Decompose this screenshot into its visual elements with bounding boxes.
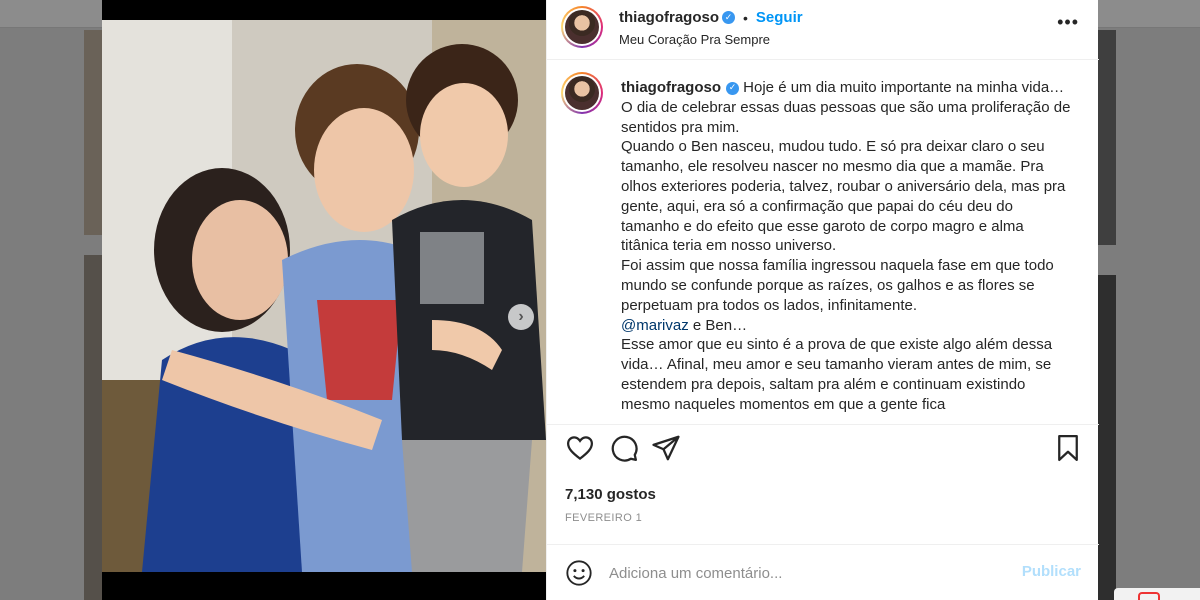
emoji-icon[interactable] <box>565 559 593 587</box>
comment-input[interactable] <box>609 553 999 593</box>
publish-button[interactable]: Publicar <box>1022 563 1081 580</box>
caption-paragraph: Foi assim que nossa família ingressou na… <box>621 257 1054 314</box>
header-user-line: thiagofragoso ✓ • Seguir <box>619 9 803 26</box>
caption-area: thiagofragoso ✓ Hoje é um dia muito impor… <box>547 68 1099 423</box>
mention-suffix: e Ben… <box>688 316 748 334</box>
post-header: thiagofragoso ✓ • Seguir Meu Coração Pra… <box>547 0 1099 60</box>
header-username[interactable]: thiagofragoso <box>619 9 719 26</box>
separator: • <box>743 9 748 26</box>
like-heart-icon[interactable] <box>565 433 595 463</box>
avatar-image <box>565 10 599 44</box>
more-options-icon[interactable]: ••• <box>1057 12 1079 33</box>
background-thumbnail <box>84 30 102 235</box>
background-corner-widget <box>1114 588 1200 600</box>
background-thumbnail <box>1098 30 1116 245</box>
comment-bubble-icon[interactable] <box>609 433 639 463</box>
caption-text: thiagofragoso ✓ Hoje é um dia muito impor… <box>621 78 1073 415</box>
background-widget-icon <box>1138 592 1160 600</box>
caption-username[interactable]: thiagofragoso <box>621 79 721 96</box>
likes-count[interactable]: 7,130 gostos <box>565 486 656 503</box>
verified-badge-icon: ✓ <box>722 11 735 24</box>
caption-paragraph: Esse amor que eu sinto é a prova de que … <box>621 336 1053 413</box>
avatar-image <box>565 76 599 110</box>
post-date[interactable]: FEVEREIRO 1 <box>565 512 642 524</box>
photo-illustration <box>102 20 546 572</box>
share-send-icon[interactable] <box>651 433 681 463</box>
follow-button[interactable]: Seguir <box>756 9 803 26</box>
caption-paragraph: Quando o Ben nasceu, mudou tudo. E só pr… <box>621 138 1066 255</box>
action-bar <box>547 424 1099 480</box>
save-bookmark-icon[interactable] <box>1053 433 1083 463</box>
post-modal: › thiagofragoso ✓ • Seguir Meu Coração P… <box>102 0 1099 600</box>
caption-avatar[interactable] <box>561 72 603 114</box>
mention-link[interactable]: @marivaz <box>621 317 689 334</box>
next-slide-button[interactable]: › <box>508 304 534 330</box>
background-thumbnail <box>84 255 102 600</box>
verified-badge-icon: ✓ <box>726 81 739 95</box>
avatar[interactable] <box>561 6 603 48</box>
post-media: › <box>102 0 546 600</box>
post-photo[interactable]: › <box>102 20 546 572</box>
background-thumbnail <box>1098 275 1116 600</box>
comment-bar: Publicar <box>547 544 1099 600</box>
post-side-panel: thiagofragoso ✓ • Seguir Meu Coração Pra… <box>546 0 1099 600</box>
location-link[interactable]: Meu Coração Pra Sempre <box>619 32 770 47</box>
caption-mention-line: @marivaz e Ben… <box>621 316 1073 336</box>
